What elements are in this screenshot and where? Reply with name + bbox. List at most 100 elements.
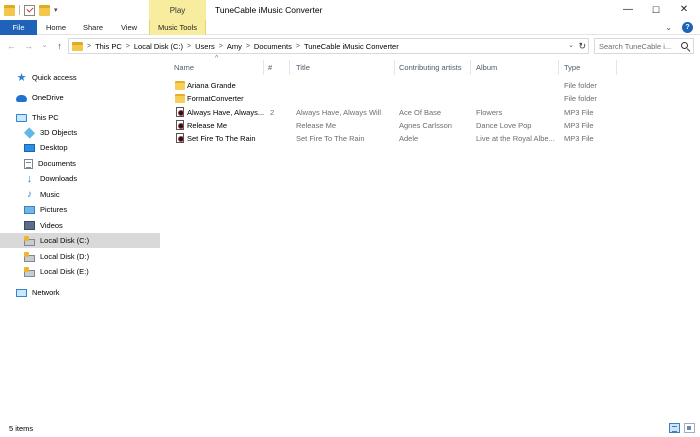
file-row[interactable]: FormatConverter File folder	[172, 92, 602, 105]
track-number: 2	[270, 108, 275, 117]
breadcrumb-local-disk-c[interactable]: Local Disk (C:)	[134, 42, 183, 51]
nav-item-local-disk-d[interactable]: Local Disk (D:)	[0, 249, 160, 264]
folder-icon	[72, 41, 83, 51]
nav-item-label: Downloads	[40, 174, 78, 183]
mp3-file-icon	[176, 133, 184, 143]
nav-item-music[interactable]: ♪ Music	[0, 187, 160, 202]
column-divider[interactable]	[470, 60, 471, 75]
nav-item-network[interactable]: Network	[0, 285, 160, 300]
close-button[interactable]: ✕	[666, 0, 700, 20]
breadcrumb-this-pc[interactable]: This PC	[95, 42, 122, 51]
music-note-icon: ♪	[27, 188, 32, 200]
column-header-album[interactable]: Album	[476, 60, 497, 75]
large-icons-view-icon[interactable]	[684, 423, 695, 433]
column-header-track-number[interactable]: #	[268, 60, 272, 75]
videos-icon	[24, 221, 35, 230]
column-header-name[interactable]: Name	[174, 60, 194, 75]
breadcrumb-amy[interactable]: Amy	[227, 42, 242, 51]
tab-file[interactable]: File	[0, 20, 37, 35]
tab-view[interactable]: View	[114, 20, 144, 35]
search-icon[interactable]	[681, 42, 688, 49]
nav-item-local-disk-c[interactable]: Local Disk (C:)	[0, 233, 160, 248]
file-type: File folder	[564, 94, 597, 103]
help-icon[interactable]: ?	[682, 22, 693, 33]
breadcrumb-documents[interactable]: Documents	[254, 42, 292, 51]
refresh-icon[interactable]: ↻	[578, 39, 586, 53]
folder-icon	[175, 81, 185, 90]
album-name: Live at the Royal Albe...	[476, 134, 555, 143]
details-view-icon[interactable]	[669, 423, 680, 433]
breadcrumb-separator[interactable]: >	[187, 43, 191, 50]
nav-item-quick-access[interactable]: ★ Quick access	[0, 70, 160, 85]
file-name: FormatConverter	[187, 94, 244, 103]
breadcrumb-separator[interactable]: >	[296, 43, 300, 50]
column-divider[interactable]	[263, 60, 264, 75]
nav-item-desktop[interactable]: Desktop	[0, 140, 160, 155]
nav-item-label: Desktop	[40, 143, 68, 152]
breadcrumb-users[interactable]: Users	[195, 42, 215, 51]
nav-item-downloads[interactable]: ↓ Downloads	[0, 171, 160, 186]
nav-item-videos[interactable]: Videos	[0, 218, 160, 233]
file-row[interactable]: Always Have, Always... 2 Always Have, Al…	[172, 106, 602, 119]
column-header-type[interactable]: Type	[564, 60, 580, 75]
file-name: Set Fire To The Rain	[187, 134, 256, 143]
local-disk-icon	[24, 235, 35, 246]
context-tab-play[interactable]: Play	[149, 0, 206, 20]
track-title: Release Me	[296, 121, 337, 130]
file-list: ^ Name # Title Contributing artists Albu…	[166, 55, 700, 416]
address-history-dropdown-icon[interactable]: ⌄	[568, 39, 574, 53]
breadcrumb-separator[interactable]: >	[219, 43, 223, 50]
breadcrumb-separator[interactable]: >	[126, 43, 130, 50]
new-folder-icon[interactable]	[39, 4, 50, 16]
nav-item-label: Local Disk (E:)	[40, 267, 89, 276]
breadcrumb-separator[interactable]: >	[246, 43, 250, 50]
nav-item-label: Music	[40, 190, 60, 199]
local-disk-icon	[24, 251, 35, 262]
toolbar-divider	[19, 5, 20, 15]
breadcrumb-separator[interactable]: >	[87, 43, 91, 50]
title-bar: ▾ Play TuneCable iMusic Converter — ☐ ✕	[0, 0, 700, 20]
folder-icon	[4, 4, 15, 16]
tab-home[interactable]: Home	[41, 20, 71, 35]
back-button[interactable]: ←	[5, 39, 18, 53]
column-header-title[interactable]: Title	[296, 60, 310, 75]
onedrive-cloud-icon	[16, 95, 27, 102]
nav-item-label: Local Disk (C:)	[40, 236, 90, 245]
tab-share[interactable]: Share	[77, 20, 109, 35]
column-divider[interactable]	[289, 60, 290, 75]
column-divider[interactable]	[558, 60, 559, 75]
recent-locations-dropdown[interactable]: ⌄	[38, 39, 51, 53]
3d-objects-icon	[23, 126, 36, 139]
nav-item-this-pc[interactable]: This PC	[0, 110, 160, 125]
nav-item-documents[interactable]: Documents	[0, 156, 160, 171]
nav-item-local-disk-e[interactable]: Local Disk (E:)	[0, 264, 160, 279]
nav-item-3d-objects[interactable]: 3D Objects	[0, 125, 160, 140]
column-header-contributing-artists[interactable]: Contributing artists	[399, 60, 462, 75]
status-item-count: 5 items	[9, 424, 34, 433]
network-icon	[16, 288, 27, 297]
search-box[interactable]	[594, 38, 694, 54]
nav-item-pictures[interactable]: Pictures	[0, 202, 160, 217]
customize-toolbar-dropdown-icon[interactable]: ▾	[54, 6, 58, 14]
navigation-pane: ★ Quick access OneDrive This PC 3D Objec…	[0, 58, 163, 416]
breadcrumb-tunecable-folder[interactable]: TuneCable iMusic Converter	[304, 42, 399, 51]
file-type: File folder	[564, 81, 597, 90]
file-row[interactable]: Ariana Grande File folder	[172, 79, 602, 92]
nav-item-onedrive[interactable]: OneDrive	[0, 90, 160, 105]
file-row[interactable]: Release Me Release Me Agnes Carlsson Dan…	[172, 119, 602, 132]
column-divider[interactable]	[616, 60, 617, 75]
tab-music-tools[interactable]: Music Tools	[149, 20, 206, 35]
up-button[interactable]: ↑	[53, 39, 66, 53]
file-row[interactable]: Set Fire To The Rain Set Fire To The Rai…	[172, 132, 602, 145]
forward-button[interactable]: →	[22, 39, 35, 53]
search-input[interactable]	[599, 39, 677, 53]
file-name: Always Have, Always...	[187, 108, 265, 117]
nav-item-label: Videos	[40, 221, 63, 230]
properties-checkmark-icon[interactable]	[24, 4, 35, 16]
address-bar[interactable]: > This PC > Local Disk (C:) > Users > Am…	[68, 38, 589, 54]
folder-icon	[175, 94, 185, 103]
mp3-file-icon	[176, 107, 184, 117]
expand-ribbon-chevron-icon[interactable]: ⌄	[665, 20, 672, 35]
nav-item-label: Network	[32, 288, 60, 297]
column-divider[interactable]	[394, 60, 395, 75]
